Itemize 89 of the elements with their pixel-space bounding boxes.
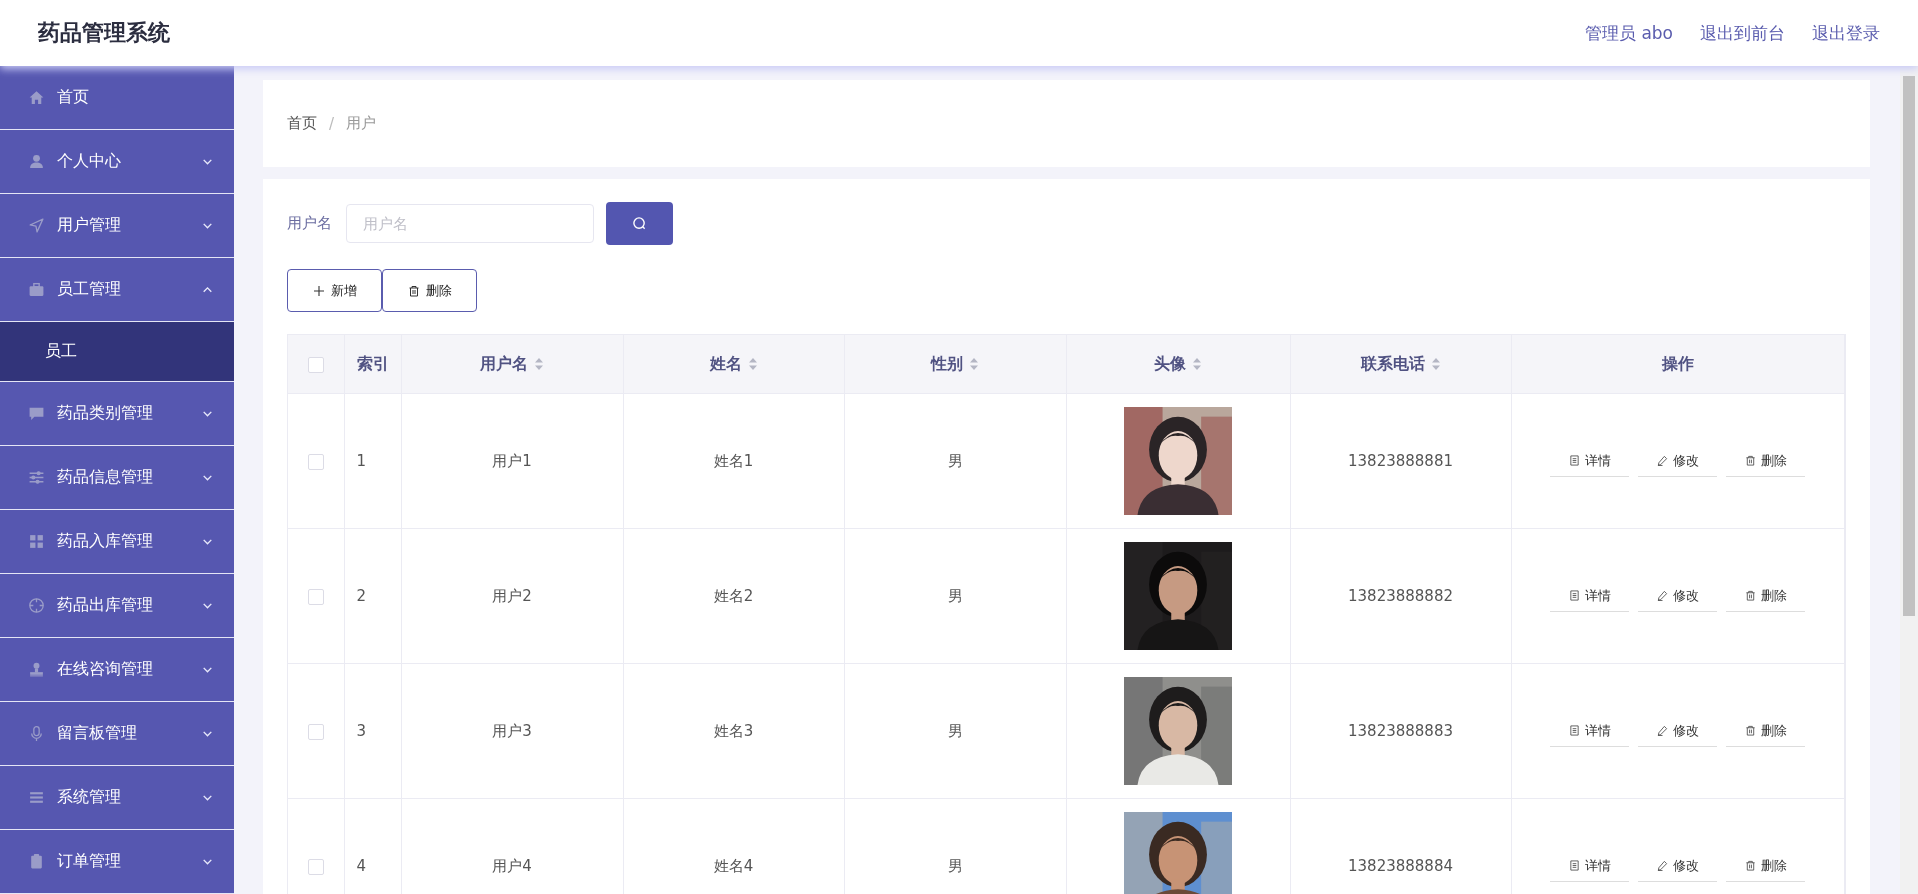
column-header: 操作 xyxy=(1661,353,1694,375)
sidebar-item[interactable]: 在线咨询管理 xyxy=(0,638,234,702)
grid-icon xyxy=(28,533,45,550)
trash-icon xyxy=(1744,725,1756,736)
sort-icon[interactable] xyxy=(1192,357,1202,371)
column-header: 联系电话 xyxy=(1360,353,1425,375)
pencil-icon xyxy=(1656,725,1668,736)
plus-icon xyxy=(312,284,325,297)
sidebar-item[interactable]: 药品出库管理 xyxy=(0,574,234,638)
sidebar-item[interactable]: 系统管理 xyxy=(0,766,234,830)
table-cell: 用户1 xyxy=(492,451,532,470)
table-cell: 13823888881 xyxy=(1348,452,1453,470)
sidebar-item[interactable]: 药品类别管理 xyxy=(0,382,234,446)
table-cell: 3 xyxy=(356,722,367,740)
search-icon xyxy=(632,216,647,231)
search-field[interactable]: 用户名 xyxy=(346,204,594,243)
table-cell: 姓名3 xyxy=(713,721,754,740)
app-title: 药品管理系统 xyxy=(38,19,170,47)
table-cell: 姓名4 xyxy=(713,856,754,875)
column-header: 头像 xyxy=(1154,353,1186,375)
sidebar-item[interactable]: 用户管理 xyxy=(0,194,234,258)
header-link[interactable]: 退出登录 xyxy=(1812,21,1880,45)
table-cell: 男 xyxy=(947,856,963,875)
table-cell: 姓名1 xyxy=(713,451,754,470)
checkbox[interactable] xyxy=(307,723,324,740)
list-icon xyxy=(28,789,45,806)
home-icon xyxy=(28,89,45,106)
pencil-icon xyxy=(1656,455,1668,466)
table-cell: 13823888883 xyxy=(1348,722,1453,740)
trash-icon xyxy=(1744,860,1756,871)
column-header: 姓名 xyxy=(709,353,742,375)
sidebar-item[interactable]: 药品入库管理 xyxy=(0,510,234,574)
checkbox[interactable] xyxy=(307,453,324,470)
trash-icon xyxy=(1744,590,1756,601)
document-icon xyxy=(1568,455,1580,466)
sidebar-item[interactable]: 订单管理 xyxy=(0,830,234,894)
checkbox[interactable] xyxy=(307,357,324,373)
stamp-icon xyxy=(28,661,45,678)
crosshair-icon xyxy=(28,597,45,614)
sort-icon[interactable] xyxy=(747,357,758,371)
table-cell: 4 xyxy=(356,857,367,875)
add-button[interactable]: 新增 xyxy=(287,269,382,312)
table-cell: 13823888884 xyxy=(1348,857,1453,875)
sidebar-item[interactable]: 药品信息管理 xyxy=(0,446,234,510)
table-cell: 13823888882 xyxy=(1348,587,1453,605)
delete-button[interactable]: 删除 xyxy=(382,269,477,312)
table-cell: 男 xyxy=(947,721,963,740)
send-icon xyxy=(28,217,45,234)
header-link[interactable]: 退出到前台 xyxy=(1700,21,1785,45)
table-cell: 用户3 xyxy=(492,721,532,740)
document-icon xyxy=(1568,860,1580,871)
search-button[interactable] xyxy=(606,202,673,245)
sort-icon[interactable] xyxy=(534,357,544,371)
sidebar-item[interactable]: 个人中心 xyxy=(0,130,234,194)
scrollbar[interactable] xyxy=(1900,66,1918,894)
table-cell: 1 xyxy=(356,452,367,470)
trash-icon xyxy=(407,284,420,297)
pencil-icon xyxy=(1656,860,1668,871)
breadcrumb-link[interactable]: 首页 xyxy=(287,114,317,133)
chat-icon xyxy=(28,405,45,422)
column-header: 性别 xyxy=(931,353,963,375)
column-header: 索引 xyxy=(356,353,389,375)
table-cell: 2 xyxy=(356,587,367,605)
sliders-icon xyxy=(28,469,45,486)
microphone-icon xyxy=(28,725,45,742)
sidebar-item[interactable]: 留言板管理 xyxy=(0,702,234,766)
document-icon xyxy=(1568,725,1580,736)
sort-icon[interactable] xyxy=(969,357,979,371)
briefcase-icon xyxy=(28,281,45,298)
sort-icon[interactable] xyxy=(1430,357,1441,371)
checkbox[interactable] xyxy=(307,858,324,875)
pencil-icon xyxy=(1656,590,1668,601)
trash-icon xyxy=(1744,455,1756,466)
table-cell: 用户4 xyxy=(492,856,532,875)
submenu-item[interactable]: 员工 xyxy=(0,322,234,382)
header-link[interactable]: 管理员 abo xyxy=(1585,21,1673,45)
user-icon xyxy=(28,153,45,170)
search-label: 用户名 xyxy=(287,214,332,233)
breadcrumb-separator: / xyxy=(329,114,335,133)
scrollbar-thumb[interactable] xyxy=(1903,76,1915,616)
table-cell: 用户2 xyxy=(492,586,532,605)
table-cell: 姓名2 xyxy=(713,586,754,605)
checkbox[interactable] xyxy=(307,588,324,605)
sidebar-item[interactable]: 首页 xyxy=(0,66,234,130)
table-cell: 男 xyxy=(947,451,963,470)
clipboard-icon xyxy=(28,853,45,870)
table-cell: 男 xyxy=(947,586,963,605)
document-icon xyxy=(1568,590,1580,601)
column-header: 用户名 xyxy=(480,353,528,375)
